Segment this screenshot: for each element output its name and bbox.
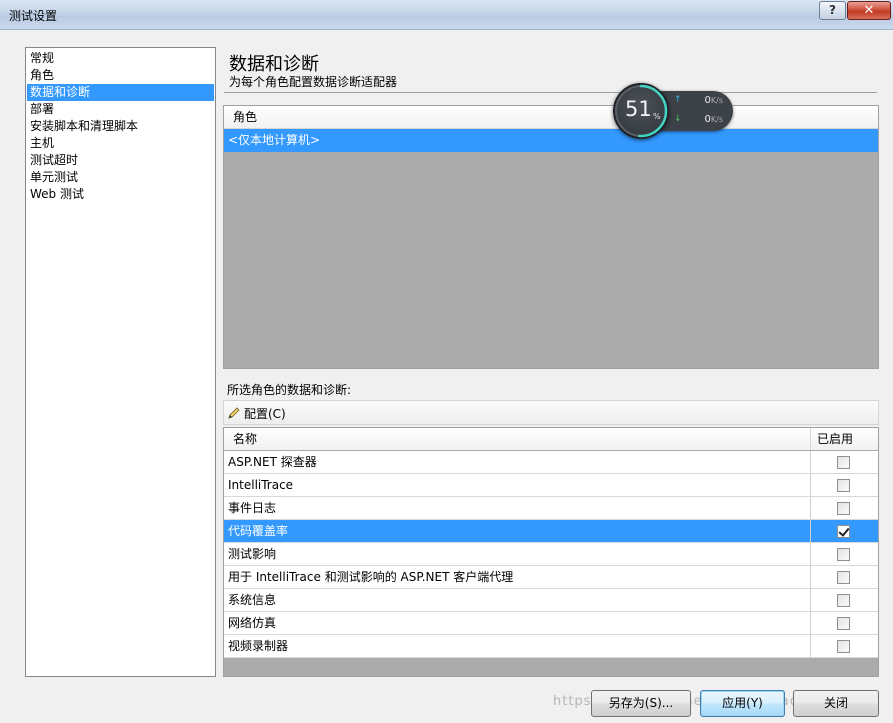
adapter-row[interactable]: 用于 IntelliTrace 和测试影响的 ASP.NET 客户端代理 (224, 566, 878, 589)
grid-header: 名称 已启用 (224, 428, 878, 451)
enabled-checkbox[interactable] (837, 594, 850, 607)
window-close-button[interactable]: ✕ (847, 1, 891, 20)
adapter-name: 事件日志 (228, 501, 277, 515)
window-title: 测试设置 (9, 9, 58, 23)
column-header-name[interactable]: 名称 (233, 428, 257, 450)
save-as-button[interactable]: 另存为(S)... (591, 690, 691, 717)
configure-button-label: 配置(C) (244, 406, 286, 421)
title-bar: 测试设置 ? ✕ (0, 0, 893, 30)
download-arrow-icon: ↓ (674, 114, 682, 124)
cell-divider (810, 566, 811, 588)
enabled-checkbox[interactable] (837, 548, 850, 561)
nav-item[interactable]: 数据和诊断 (27, 84, 214, 101)
cell-divider (810, 543, 811, 565)
header-divider (224, 92, 877, 93)
nav-item[interactable]: 常规 (27, 50, 214, 67)
network-speed-widget[interactable]: ↑ 0K/s ↓ 0K/s 51 % (611, 82, 733, 140)
cell-divider (810, 589, 811, 611)
settings-nav-list[interactable]: 常规 角色 数据和诊断 部署 安装脚本和清理脚本 主机 测试超时 单元测试 Web 测试 (25, 47, 216, 677)
cell-divider (810, 612, 811, 634)
roles-list[interactable]: 角色 <仅本地计算机> (223, 105, 879, 369)
enabled-checkbox[interactable] (837, 479, 850, 492)
adapter-row[interactable]: ASP.NET 探查器 (224, 451, 878, 474)
nav-item[interactable]: 安装脚本和清理脚本 (27, 118, 214, 135)
upload-speed: 0K/s (683, 95, 723, 106)
adapter-row[interactable]: 事件日志 (224, 497, 878, 520)
usage-percent-unit: % (653, 112, 661, 121)
adapter-name: 系统信息 (228, 593, 277, 607)
close-button[interactable]: 关闭 (793, 690, 879, 717)
usage-percent: 51 (625, 97, 652, 121)
cell-divider (810, 635, 811, 657)
column-header-enabled[interactable]: 已启用 (817, 428, 853, 450)
nav-item[interactable]: Web 测试 (27, 186, 214, 203)
enabled-checkbox[interactable] (837, 617, 850, 630)
enabled-checkbox[interactable] (837, 571, 850, 584)
enabled-checkbox[interactable] (837, 456, 850, 469)
download-speed-unit: K/s (710, 115, 723, 124)
enabled-checkbox[interactable] (837, 640, 850, 653)
column-divider[interactable] (810, 428, 811, 450)
nav-item[interactable]: 角色 (27, 67, 214, 84)
enabled-checkbox[interactable] (837, 502, 850, 515)
nav-item[interactable]: 部署 (27, 101, 214, 118)
role-row[interactable]: <仅本地计算机> (224, 129, 878, 152)
adapter-row[interactable]: 网络仿真 (224, 612, 878, 635)
configure-button[interactable]: 配置(C) (226, 403, 290, 423)
adapter-grid: 名称 已启用 ASP.NET 探查器 IntelliTrace 事件日志代码覆盖率测… (223, 427, 879, 677)
adapter-row[interactable]: 测试影响 (224, 543, 878, 566)
nav-item[interactable]: 单元测试 (27, 169, 214, 186)
cell-divider (810, 520, 811, 542)
adapter-name: 视频录制器 (228, 639, 289, 653)
upload-arrow-icon: ↑ (674, 95, 682, 105)
adapter-row[interactable]: 代码覆盖率 (224, 520, 878, 543)
cell-divider (810, 497, 811, 519)
enabled-checkbox[interactable] (837, 525, 850, 538)
page-subtitle: 为每个角色配置数据诊断适配器 (229, 75, 398, 89)
cell-divider (810, 451, 811, 473)
pencil-icon (228, 407, 240, 419)
adapter-name: 网络仿真 (228, 616, 277, 630)
adapter-row[interactable]: 视频录制器 (224, 635, 878, 658)
adapter-row[interactable]: 系统信息 (224, 589, 878, 612)
help-button[interactable]: ? (819, 1, 846, 20)
selected-role-label: 所选角色的数据和诊断: (227, 383, 352, 397)
adapter-name: IntelliTrace (228, 478, 294, 492)
adapter-toolbar: 配置(C) (223, 400, 879, 425)
upload-speed-unit: K/s (710, 96, 723, 105)
adapter-name: 测试影响 (228, 547, 277, 561)
nav-item[interactable]: 主机 (27, 135, 214, 152)
cell-divider (810, 474, 811, 496)
adapter-name: 代码覆盖率 (228, 524, 289, 538)
adapter-name: ASP.NET 探查器 (228, 455, 317, 469)
adapter-name: 用于 IntelliTrace 和测试影响的 ASP.NET 客户端代理 (228, 570, 514, 584)
nav-item[interactable]: 测试超时 (27, 152, 214, 169)
apply-button[interactable]: 应用(Y) (700, 690, 785, 717)
adapter-row[interactable]: IntelliTrace (224, 474, 878, 497)
roles-column-header[interactable]: 角色 (224, 106, 878, 129)
download-speed: 0K/s (683, 114, 723, 125)
